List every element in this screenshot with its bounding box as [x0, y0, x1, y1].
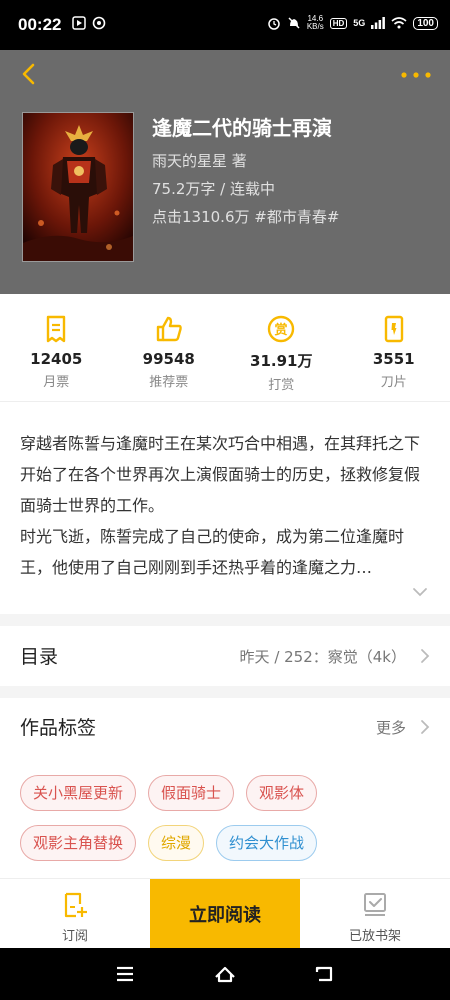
battery-level: 100	[413, 16, 438, 30]
stat-label: 打赏	[268, 378, 295, 393]
cover-art	[23, 113, 133, 261]
system-nav-bar	[0, 948, 450, 1000]
toc-latest-chapter: 昨天 / 252：察觉（4k）	[239, 648, 406, 666]
status-time: 00:22	[18, 15, 62, 34]
menu-icon[interactable]	[113, 962, 137, 986]
expand-chevron-down-icon[interactable]	[410, 582, 430, 602]
stat-monthly-ticket[interactable]: 12405 月票	[0, 294, 113, 401]
play-app-icon	[72, 16, 86, 30]
subscribe-button[interactable]: 订阅	[0, 879, 150, 949]
reward-coin-icon: 赏	[268, 315, 295, 343]
description-paragraph: 穿越者陈誓与逢魔时王在某次巧合中相遇，在其拜托之下开始了在各个世界再次上演假面骑…	[20, 434, 421, 515]
description-paragraph: 时光飞逝，陈誓完成了自己的使命，成为第二位逢魔时王，他使用了自己刚刚到手还热乎着…	[20, 527, 405, 577]
svg-text:赏: 赏	[275, 322, 288, 338]
tag-chip[interactable]: 假面骑士	[148, 775, 235, 811]
stat-value: 31.91万	[250, 352, 313, 370]
back-arrow-icon[interactable]	[16, 60, 44, 88]
book-cover[interactable]	[22, 112, 134, 262]
book-title: 逢魔二代的骑士再演	[152, 116, 332, 140]
tags-more-link[interactable]: 更多	[376, 717, 406, 738]
mute-icon	[288, 17, 300, 29]
book-description[interactable]: 穿越者陈誓与逢魔时王在某次巧合中相遇，在其拜托之下开始了在各个世界再次上演假面骑…	[20, 428, 430, 583]
tag-chip[interactable]: 观影主角替换	[20, 825, 137, 861]
alarm-icon	[268, 18, 280, 30]
read-now-button[interactable]: 立即阅读	[150, 879, 300, 949]
toc-title: 目录	[20, 646, 59, 668]
tag-chip[interactable]: 观影体	[246, 775, 318, 811]
stat-value: 99548	[142, 350, 195, 368]
stat-value: 12405	[30, 350, 83, 368]
table-of-contents-row[interactable]: 目录 昨天 / 252：察觉（4k）	[0, 626, 450, 686]
stat-recommend[interactable]: 99548 推荐票	[113, 294, 226, 401]
subscribe-add-icon	[64, 892, 87, 918]
wifi-icon	[391, 17, 407, 29]
net-speed-unit: KB/s	[306, 22, 324, 31]
stat-blade[interactable]: 3551 刀片	[338, 294, 450, 401]
signal-icon	[371, 17, 386, 29]
subscribe-label: 订阅	[61, 929, 88, 944]
thumbs-up-icon	[156, 316, 182, 342]
on-shelf-button[interactable]: 已放书架	[300, 879, 450, 949]
tags-section-title: 作品标签	[20, 717, 97, 739]
tag-chip[interactable]: 约会大作战	[216, 825, 318, 861]
blade-card-icon	[384, 315, 403, 343]
chevron-right-icon	[421, 720, 430, 734]
app-notification-icon	[92, 16, 106, 30]
chevron-right-icon	[421, 649, 430, 663]
hd-badge: HD	[329, 17, 348, 29]
stat-reward[interactable]: 赏 31.91万 打赏	[225, 294, 338, 401]
more-options-icon[interactable]	[400, 63, 432, 87]
home-icon[interactable]	[213, 962, 237, 986]
book-clicks-genre: 点击1310.6万 #都市青春#	[152, 208, 340, 226]
bookshelf-check-icon	[364, 893, 386, 916]
tag-chip[interactable]: 综漫	[148, 825, 205, 861]
book-word-count-status: 75.2万字 / 连载中	[152, 180, 275, 198]
stat-label: 刀片	[380, 375, 407, 390]
stat-value: 3551	[372, 350, 415, 368]
book-author[interactable]: 雨天的星星 著	[152, 150, 247, 171]
on-shelf-label: 已放书架	[348, 929, 401, 944]
monthly-ticket-icon	[47, 315, 66, 343]
back-icon[interactable]	[313, 962, 337, 986]
network-type: 5G	[353, 18, 366, 28]
divider	[0, 614, 450, 626]
stat-label: 推荐票	[149, 375, 189, 390]
status-bar: 00:22 14.6 KB/s HD 5G 100	[0, 0, 450, 50]
book-header: 逢魔二代的骑士再演 雨天的星星 著 75.2万字 / 连载中 点击1310.6万…	[0, 50, 450, 294]
bottom-action-bar: 订阅 立即阅读 已放书架	[0, 878, 450, 949]
tags-header-row[interactable]: 作品标签 更多	[0, 697, 450, 757]
tag-list: 关小黑屋更新 假面骑士 观影体 观影主角替换 综漫 约会大作战	[20, 775, 440, 861]
tag-chip[interactable]: 关小黑屋更新	[20, 775, 137, 811]
stats-row: 12405 月票 99548 推荐票 赏 31.91万 打赏 3551 刀片	[0, 294, 450, 402]
stat-label: 月票	[43, 375, 70, 390]
